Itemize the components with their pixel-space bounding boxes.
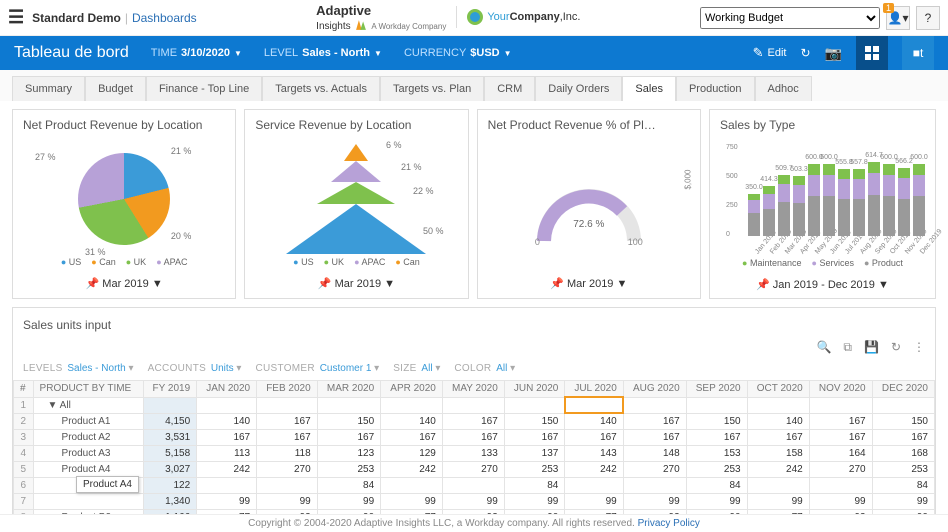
bar-nov-2019: 566.2Nov 2019 bbox=[898, 168, 910, 236]
search-icon[interactable]: 🔍 bbox=[816, 340, 831, 355]
company-logo: YourCompany,Inc. bbox=[467, 9, 580, 25]
card-footer[interactable]: 📌Jan 2019 - Dec 2019 ▼ bbox=[710, 272, 935, 299]
cards-row: Net Product Revenue by Location 21 % 20 … bbox=[0, 101, 948, 307]
edit-button[interactable]: ✎ Edit bbox=[753, 45, 787, 61]
filter-customer[interactable]: Customer 1 bbox=[320, 363, 372, 374]
card-title: Sales by Type bbox=[710, 110, 935, 140]
brand-area: Adaptive Insights A Workday Company Your… bbox=[316, 3, 580, 33]
more-icon[interactable]: ⋮ bbox=[913, 340, 925, 355]
data-grid[interactable]: #PRODUCT BY TIMEFY 2019JAN 2020FEB 2020M… bbox=[13, 380, 935, 526]
tab-budget[interactable]: Budget bbox=[85, 76, 146, 101]
card-bars: Sales by Type $,000 7505002500 350.0Jan … bbox=[709, 109, 936, 299]
tab-daily-orders[interactable]: Daily Orders bbox=[535, 76, 622, 101]
tab-targets-vs-actuals[interactable]: Targets vs. Actuals bbox=[262, 76, 380, 101]
version-select[interactable]: Working Budget bbox=[700, 7, 880, 29]
page-title: Tableau de bord bbox=[14, 44, 129, 62]
instance-label: Standard Demo|Dashboards bbox=[32, 11, 197, 25]
pie-chart bbox=[78, 153, 170, 245]
user-menu[interactable]: 👤▾ bbox=[886, 6, 910, 30]
sheet-filters: LEVELS Sales - North ▾ ACCOUNTS Units ▾ … bbox=[13, 359, 935, 380]
menu-icon[interactable]: ☰ bbox=[8, 7, 24, 28]
tab-summary[interactable]: Summary bbox=[12, 76, 85, 101]
bar-chart: 7505002500 350.0Jan 2019414.3Feb 2019509… bbox=[744, 146, 929, 236]
bars-legend: Maintenance Services Product bbox=[710, 258, 935, 272]
privacy-link[interactable]: Privacy Policy bbox=[638, 518, 700, 529]
refresh-icon[interactable]: ↻ bbox=[801, 46, 811, 60]
filter-accounts[interactable]: Units bbox=[211, 363, 234, 374]
card-footer[interactable]: 📌Mar 2019 ▼ bbox=[13, 271, 235, 298]
card-pie: Net Product Revenue by Location 21 % 20 … bbox=[12, 109, 236, 299]
tab-sales[interactable]: Sales bbox=[622, 76, 676, 101]
adaptive-logo: Adaptive Insights A Workday Company bbox=[316, 3, 446, 33]
bar-apr-2019: 503.3Apr 2019 bbox=[793, 176, 805, 236]
breadcrumb-dashboards[interactable]: Dashboards bbox=[132, 11, 197, 25]
card-footer[interactable]: 📌Mar 2019 ▼ bbox=[245, 271, 467, 298]
pyramid-chart: 6 % 21 % 22 % 50 % bbox=[281, 144, 431, 254]
bar-jul-2019: 555.8Jul 2019 bbox=[838, 169, 850, 236]
level-selector[interactable]: LEVEL Sales - North▼ bbox=[264, 47, 382, 59]
help-button[interactable]: ? bbox=[916, 6, 940, 30]
bar-sep-2019: 614.7Sep 2019 bbox=[868, 162, 880, 236]
sheet-panel: Sales units input 🔍 ⧉ 💾 ↻ ⋮ LEVELS Sales… bbox=[12, 307, 936, 527]
snapshot-icon[interactable]: 📷 bbox=[825, 45, 842, 62]
top-right-controls: Working Budget 👤▾ ? bbox=[700, 6, 940, 30]
bar-jun-2019: 600.0Jun 2019 bbox=[823, 164, 835, 236]
copy-icon[interactable]: ⧉ bbox=[843, 340, 852, 355]
bar-jan-2019: 350.0Jan 2019 bbox=[748, 194, 760, 236]
tab-targets-vs-plan[interactable]: Targets vs. Plan bbox=[380, 76, 484, 101]
hover-tooltip: Product A4 bbox=[76, 476, 139, 493]
filter-size[interactable]: All bbox=[421, 363, 432, 374]
card-title: Service Revenue by Location bbox=[245, 110, 467, 140]
filter-color[interactable]: All bbox=[496, 363, 507, 374]
card-pyramid: Service Revenue by Location 6 % 21 % 22 … bbox=[244, 109, 468, 299]
filter-levels[interactable]: Sales - North bbox=[67, 363, 125, 374]
currency-selector[interactable]: CURRENCY $USD▼ bbox=[404, 47, 512, 59]
time-selector[interactable]: TIME 3/10/2020▼ bbox=[151, 47, 242, 59]
pyramid-legend: US UK APAC Can bbox=[245, 257, 467, 271]
bar-mar-2019: 509.7Mar 2019 bbox=[778, 175, 790, 236]
tab-crm[interactable]: CRM bbox=[484, 76, 535, 101]
table-row[interactable]: 71,340999999999999999999999999 bbox=[14, 494, 935, 510]
bar-aug-2019: 557.8Aug 2019 bbox=[853, 169, 865, 236]
tab-production[interactable]: Production bbox=[676, 76, 755, 101]
card-title: Net Product Revenue by Location bbox=[13, 110, 235, 140]
sheet-toolbar: 🔍 ⧉ 💾 ↻ ⋮ bbox=[13, 336, 935, 359]
save-icon[interactable]: 💾 bbox=[864, 340, 879, 355]
bar-dec-2019: 600.0Dec 2019 bbox=[913, 164, 925, 236]
table-row[interactable]: 5Product A43,027242270253242270253242270… bbox=[14, 462, 935, 478]
sheet-title: Sales units input bbox=[13, 308, 935, 336]
table-row[interactable]: 612284848484 bbox=[14, 478, 935, 494]
bar-oct-2019: 600.0Oct 2019 bbox=[883, 164, 895, 236]
tab-adhoc[interactable]: Adhoc bbox=[755, 76, 812, 101]
grid-view-icon[interactable] bbox=[856, 36, 888, 70]
table-row[interactable]: 3Product A23,531167167167167167167167167… bbox=[14, 430, 935, 446]
pie-legend: US Can UK APAC bbox=[13, 257, 235, 271]
gauge-chart: 72.6 % 0100 bbox=[529, 171, 649, 241]
top-bar: ☰ Standard Demo|Dashboards Adaptive Insi… bbox=[0, 0, 948, 36]
card-gauge: Net Product Revenue % of Pl… 72.6 % 0100… bbox=[477, 109, 701, 299]
table-row[interactable]: 2Product A14,150140167150140167150140167… bbox=[14, 413, 935, 430]
presentation-icon[interactable]: ■t bbox=[902, 36, 934, 70]
page-footer: Copyright © 2004-2020 Adaptive Insights … bbox=[0, 514, 948, 532]
card-title: Net Product Revenue % of Pl… bbox=[478, 110, 700, 140]
bar-may-2019: 600.0May 2019 bbox=[808, 164, 820, 236]
bar-feb-2019: 414.3Feb 2019 bbox=[763, 186, 775, 236]
tab-finance-top-line[interactable]: Finance - Top Line bbox=[146, 76, 262, 101]
table-row[interactable]: 1▼ All bbox=[14, 397, 935, 413]
refresh-icon[interactable]: ↻ bbox=[891, 340, 901, 355]
dashboard-tabs: SummaryBudgetFinance - Top LineTargets v… bbox=[0, 70, 948, 101]
perspective-bar: Tableau de bord TIME 3/10/2020▼ LEVEL Sa… bbox=[0, 36, 948, 70]
table-row[interactable]: 4Product A35,158113118123129133137143148… bbox=[14, 446, 935, 462]
